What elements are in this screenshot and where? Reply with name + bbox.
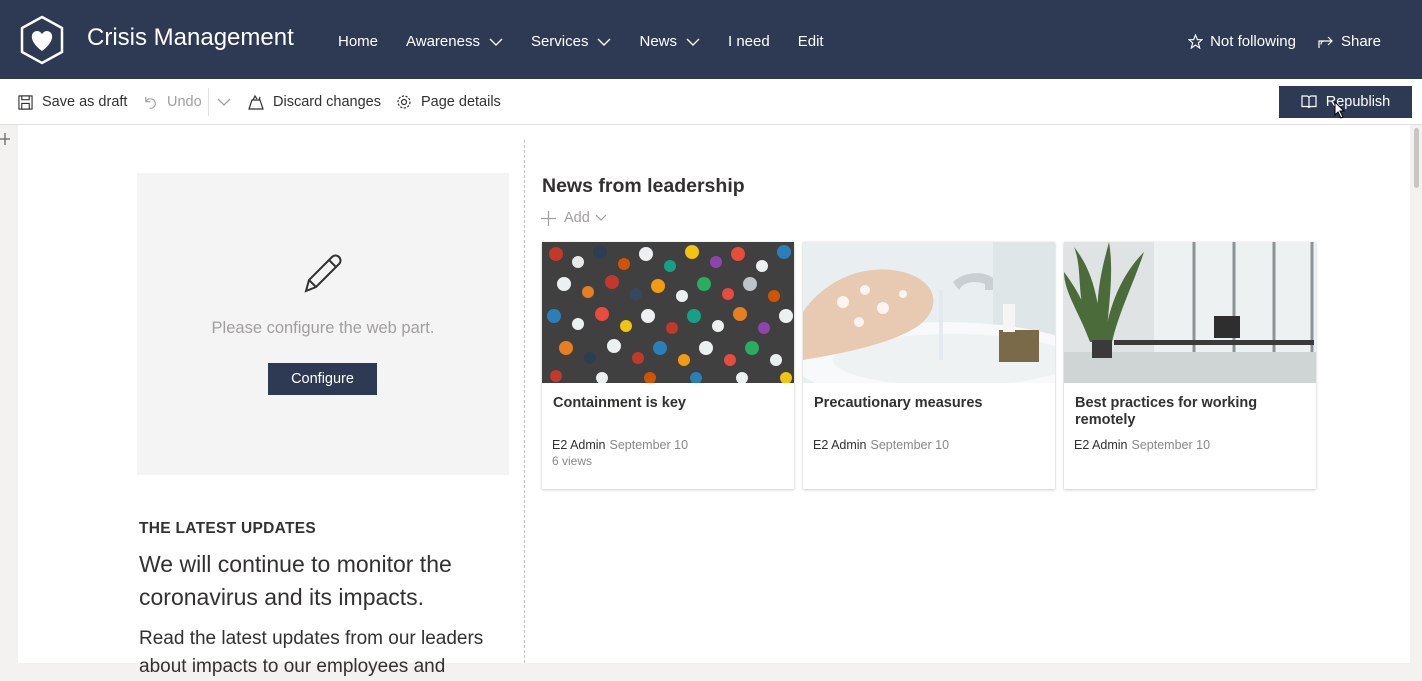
nav-news[interactable]: News <box>639 33 700 50</box>
nav-home-label: Home <box>338 33 379 50</box>
save-draft-button[interactable]: Save as draft <box>18 79 127 125</box>
book-icon <box>1301 95 1317 109</box>
chevron-down-icon <box>595 214 607 221</box>
latest-updates-heading: THE LATEST UPDATES <box>139 520 317 537</box>
nav-i-need[interactable]: I need <box>728 33 770 50</box>
news-card[interactable]: Best practices for working remotely E2 A… <box>1064 242 1316 489</box>
follow-button[interactable]: Not following <box>1188 33 1296 50</box>
card-date: September 10 <box>1131 438 1211 452</box>
hand-washing-image <box>803 242 1055 383</box>
latest-updates-body: Read the latest updates from our leaders… <box>139 628 484 677</box>
card-date: September 10 <box>609 438 689 452</box>
undo-button[interactable]: Undo <box>143 79 202 125</box>
nav-edit[interactable]: Edit <box>798 33 824 50</box>
nav-i-need-label: I need <box>728 33 770 50</box>
star-icon <box>1188 34 1204 49</box>
office-workspace-image <box>1064 242 1316 383</box>
webpart-placeholder: Please configure the web part. Configure <box>137 173 509 475</box>
news-add-button[interactable]: Add <box>541 210 615 226</box>
undo-label: Undo <box>167 94 202 110</box>
news-section-title: News from leadership <box>542 175 745 197</box>
card-author: E2 Admin <box>552 438 606 452</box>
chevron-down-icon <box>686 38 700 46</box>
news-card[interactable]: Precautionary measures E2 Admin September… <box>803 242 1055 489</box>
share-label: Share <box>1340 33 1381 50</box>
page-details-label: Page details <box>421 94 501 110</box>
scrollbar[interactable] <box>1411 125 1422 663</box>
chevron-down-icon <box>217 98 231 106</box>
news-card[interactable]: Containment is key E2 Admin September 10 … <box>542 242 794 489</box>
save-icon <box>18 94 33 110</box>
card-title: Precautionary measures <box>814 395 983 411</box>
card-title: Containment is key <box>553 395 686 411</box>
add-section-icon[interactable] <box>0 131 10 147</box>
undo-icon <box>145 96 156 109</box>
configure-button[interactable]: Configure <box>268 363 377 395</box>
plus-icon <box>541 210 556 226</box>
latest-updates-title: We will continue to monitor the coronavi… <box>139 551 452 610</box>
undo-dropdown-button[interactable] <box>217 79 240 125</box>
nav-services[interactable]: Services <box>531 33 612 50</box>
placeholder-message: Please configure the web part. <box>211 319 435 337</box>
site-title[interactable]: Crisis Management <box>87 24 294 52</box>
nav-news-label: News <box>639 33 677 50</box>
pencil-icon <box>304 254 342 293</box>
card-author: E2 Admin <box>813 438 867 452</box>
card-meta: E2 Admin September 10 <box>813 438 949 452</box>
save-draft-label: Save as draft <box>42 94 128 110</box>
nav-edit-label: Edit <box>797 33 824 50</box>
card-title: Best practices for working remotely <box>1075 395 1258 428</box>
scrollbar-thumb[interactable] <box>1414 128 1419 188</box>
site-header: Crisis Management Home Awareness Service… <box>0 0 1422 79</box>
follow-label: Not following <box>1210 33 1296 50</box>
discard-changes-label: Discard changes <box>273 94 381 110</box>
nav-services-label: Services <box>530 33 589 50</box>
discard-changes-button[interactable]: Discard changes <box>248 79 381 125</box>
share-button[interactable]: Share <box>1318 33 1381 50</box>
card-author: E2 Admin <box>1074 438 1128 452</box>
mouse-cursor-icon <box>1334 101 1346 119</box>
card-date: September 10 <box>870 438 950 452</box>
nav-home[interactable]: Home <box>338 33 378 50</box>
chevron-down-icon <box>489 38 503 46</box>
card-meta: E2 Admin September 10 <box>552 438 688 452</box>
command-bar: Save as draft Undo Discard changes Page … <box>0 79 1422 125</box>
heart-shield-logo[interactable] <box>19 15 65 65</box>
discard-icon <box>248 94 264 110</box>
share-icon <box>1318 36 1333 48</box>
nav-awareness-label: Awareness <box>406 33 480 50</box>
column-divider <box>524 140 525 663</box>
traffic-crowd-image <box>542 242 794 383</box>
card-views: 6 views <box>552 454 593 468</box>
news-add-label: Add <box>564 210 590 226</box>
header-actions: Not following Share <box>1166 33 1381 50</box>
top-navigation: Home Awareness Services News I need Edit <box>338 33 852 50</box>
toolbar-divider <box>208 88 209 116</box>
gear-icon <box>397 95 411 109</box>
nav-awareness[interactable]: Awareness <box>406 33 503 50</box>
chevron-down-icon <box>597 38 611 46</box>
card-meta: E2 Admin September 10 <box>1074 438 1210 452</box>
page-details-button[interactable]: Page details <box>396 79 501 125</box>
